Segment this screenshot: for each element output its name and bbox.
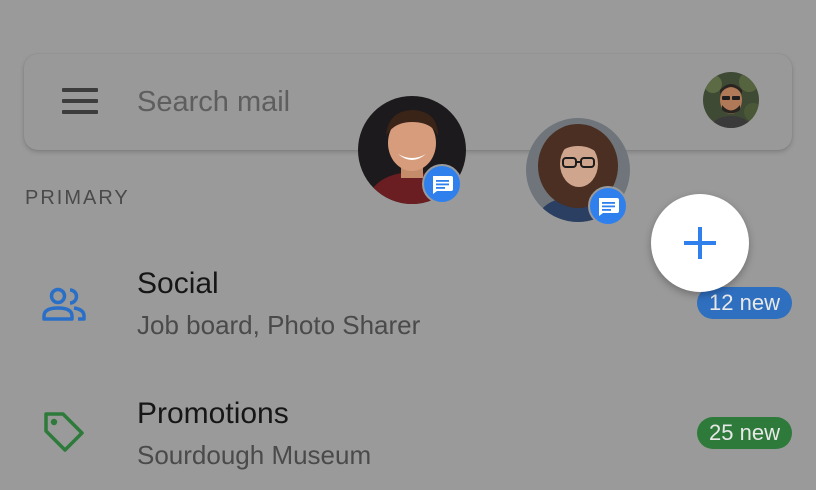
tag-icon [44,412,84,452]
message-icon [422,164,462,204]
hamburger-menu-icon[interactable] [62,88,98,114]
category-subtitle: Sourdough Museum [137,440,372,470]
new-count-badge: 25 new [697,417,792,449]
category-title: Promotions [137,397,289,430]
category-row-promotions[interactable]: Promotions Sourdough Museum 25 new [0,380,816,490]
people-icon [42,287,86,321]
chat-head-2[interactable] [526,118,630,226]
message-icon [588,186,628,226]
category-subtitle: Job board, Photo Sharer [137,310,421,340]
search-input[interactable]: Search mail [137,84,290,120]
category-title: Social [137,267,219,300]
chat-head-1[interactable] [358,96,466,204]
section-label-primary: PRIMARY [25,187,130,209]
plus-icon [684,227,716,259]
compose-button[interactable] [651,194,749,292]
account-avatar[interactable] [703,72,759,128]
